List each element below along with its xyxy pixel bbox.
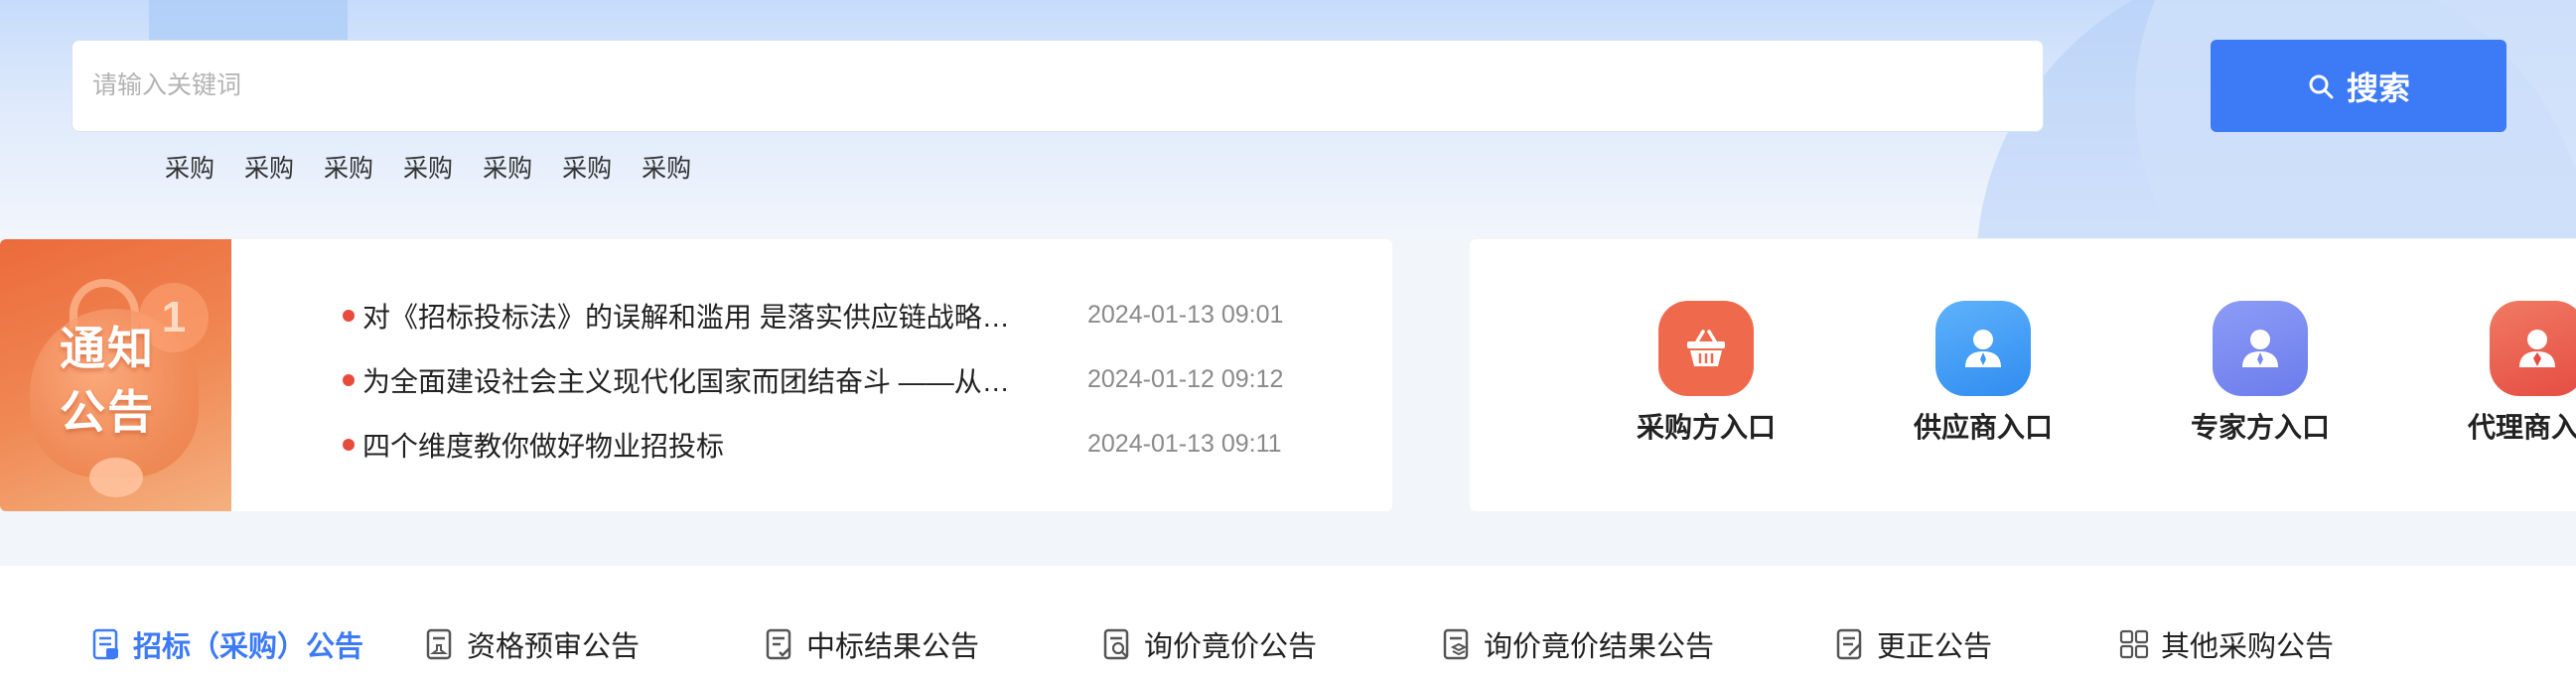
announcement-tabs: 招标（采购）公告 资格预审公告 中标结果公告 询价竟价公告 询价竟价结果公告 更… [0, 566, 2576, 677]
person-icon [2213, 301, 2308, 396]
notice-panel: 1 通知 公告 对《招标投标法》的误解和滥用 是落实供应链战略… 2024-01… [0, 239, 1392, 511]
person-icon [1935, 301, 2031, 396]
document-stamp-icon [426, 628, 452, 660]
document-icon [92, 628, 118, 660]
news-item[interactable]: 四个维度教你做好物业招投标 2024-01-13 09:11 [343, 412, 1283, 476]
search-box [72, 40, 2044, 132]
entry-label: 代理商入口 [2467, 412, 2576, 443]
entry-label: 供应商入口 [1913, 412, 2053, 443]
search-button[interactable]: 搜索 [2211, 40, 2506, 132]
notice-title-line: 通知 [60, 323, 155, 374]
bullet-dot [343, 438, 355, 451]
supplier-entry-button[interactable]: 供应商入口 [1884, 301, 2082, 446]
tab-inquiry-bidding-result[interactable]: 询价竟价结果公告 [1442, 623, 1714, 665]
tab-other-procurement[interactable]: 其他采购公告 [2119, 623, 2334, 665]
tab-label: 资格预审公告 [467, 631, 641, 663]
notice-title-line: 公告 [60, 386, 155, 438]
news-title: 为全面建设社会主义现代化国家而团结奋斗 ——从… [362, 365, 1010, 397]
hot-word-link[interactable]: 采购 [403, 149, 453, 185]
hot-words: 采购 采购 采购 采购 采购 采购 采购 [165, 149, 721, 185]
news-title: 对《招标投标法》的误解和滥用 是落实供应链战略… [362, 301, 1010, 333]
tab-label: 招标（采购）公告 [133, 631, 364, 663]
basket-icon [1658, 301, 1754, 396]
news-date: 2024-01-12 09:12 [1087, 365, 1284, 393]
person-tie-icon [2490, 301, 2576, 396]
news-list: 对《招标投标法》的误解和滥用 是落实供应链战略… 2024-01-13 09:0… [343, 283, 1283, 476]
entry-panel: 采购方入口 供应商入口 专家方入口 代理商入 [1470, 239, 2576, 511]
search-input[interactable] [92, 41, 2043, 131]
hot-word-link[interactable]: 采购 [324, 149, 373, 185]
hot-word-link[interactable]: 采购 [244, 149, 294, 185]
document-search-icon [1103, 628, 1129, 660]
bullet-dot [343, 373, 355, 386]
tab-label: 询价竟价公告 [1144, 631, 1318, 663]
hot-word-link[interactable]: 采购 [483, 149, 532, 185]
agent-entry-button[interactable]: 代理商入口 [2438, 301, 2576, 446]
search-icon [2309, 74, 2334, 98]
buyer-entry-button[interactable]: 采购方入口 [1607, 301, 1805, 446]
document-layers-icon [1443, 628, 1469, 660]
hot-word-link[interactable]: 采购 [642, 149, 691, 185]
grid-icon [2119, 629, 2149, 659]
tab-label: 询价竟价结果公告 [1484, 631, 1715, 663]
tab-label: 中标结果公告 [806, 631, 980, 663]
tab-label: 其他采购公告 [2161, 631, 2335, 663]
news-date: 2024-01-13 09:11 [1087, 430, 1282, 458]
bell-clapper [89, 458, 143, 497]
hot-word-link[interactable]: 采购 [562, 149, 612, 185]
news-item[interactable]: 对《招标投标法》的误解和滥用 是落实供应链战略… 2024-01-13 09:0… [343, 283, 1283, 347]
search-button-label: 搜索 [2346, 69, 2410, 106]
document-edit-icon [1836, 628, 1862, 660]
notice-banner-image: 1 通知 公告 [0, 239, 231, 511]
tab-label: 更正公告 [1877, 631, 1993, 663]
tab-award-result[interactable]: 中标结果公告 [765, 623, 979, 665]
tab-prequalification[interactable]: 资格预审公告 [425, 623, 640, 665]
entry-label: 专家方入口 [2190, 412, 2330, 443]
news-item[interactable]: 为全面建设社会主义现代化国家而团结奋斗 ——从… 2024-01-12 09:1… [343, 347, 1283, 412]
bullet-dot [343, 309, 355, 322]
tab-correction[interactable]: 更正公告 [1835, 623, 1992, 665]
entry-label: 采购方入口 [1636, 412, 1776, 443]
tab-inquiry-bidding[interactable]: 询价竟价公告 [1102, 623, 1317, 665]
hot-word-link[interactable]: 采购 [165, 149, 215, 185]
notice-banner-title: 通知 公告 [60, 317, 179, 444]
expert-entry-button[interactable]: 专家方入口 [2161, 301, 2360, 446]
tab-tender-announcement[interactable]: 招标（采购）公告 [91, 623, 363, 665]
document-check-icon [766, 628, 791, 660]
news-title: 四个维度教你做好物业招投标 [362, 430, 725, 462]
news-date: 2024-01-13 09:01 [1087, 301, 1284, 329]
